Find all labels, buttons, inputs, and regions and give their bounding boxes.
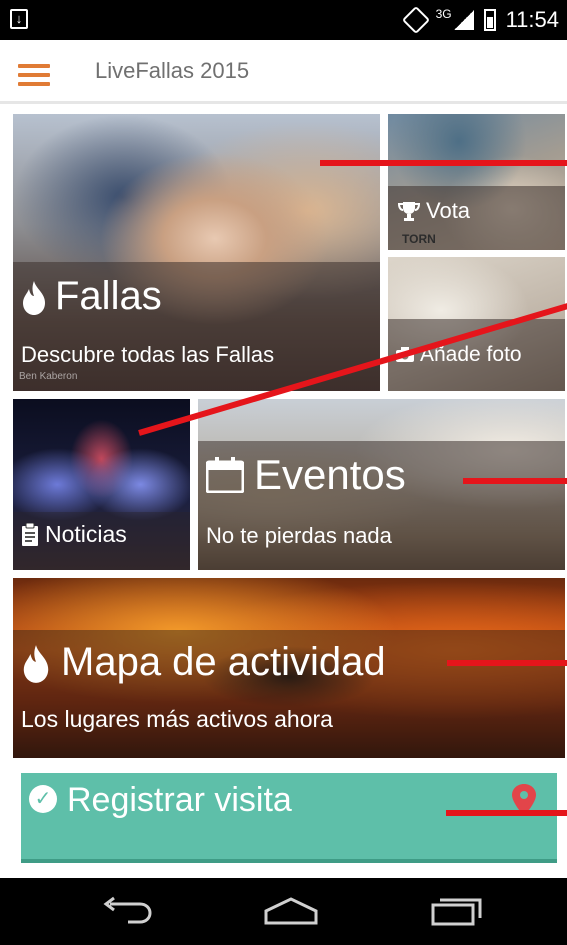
signal-icon xyxy=(453,10,474,30)
status-bar: ↓ 3G 11:54 xyxy=(0,0,567,40)
recents-icon[interactable] xyxy=(400,878,500,945)
annotation-line xyxy=(447,660,567,666)
tile-vota[interactable]: TORN Vota xyxy=(388,114,565,250)
clock: 11:54 xyxy=(505,7,559,32)
eventos-title: Eventos xyxy=(254,451,406,498)
vota-photo-text: TORN xyxy=(402,232,436,246)
annotation-line xyxy=(320,160,567,166)
noticias-title: Noticias xyxy=(45,521,127,547)
tile-fallas[interactable]: Fallas Descubre todas las Fallas Ben Kab… xyxy=(13,114,380,391)
mapa-subtitle: Los lugares más activos ahora xyxy=(21,706,333,732)
vota-title: Vota xyxy=(426,198,471,223)
hamburger-icon[interactable] xyxy=(18,64,50,86)
tile-eventos[interactable]: Eventos No te pierdas nada xyxy=(198,399,565,570)
flame-icon xyxy=(23,645,49,683)
system-navigation-bar xyxy=(0,878,567,945)
clipboard-icon xyxy=(22,523,38,546)
fallas-subtitle: Descubre todas las Fallas xyxy=(21,342,275,367)
mapa-title: Mapa de actividad xyxy=(61,640,386,684)
app-bar: LiveFallas 2015 xyxy=(0,40,567,104)
annotation-line xyxy=(463,478,567,484)
home-icon[interactable] xyxy=(232,878,332,945)
flame-icon xyxy=(23,281,45,315)
trophy-icon xyxy=(398,202,420,221)
register-visit-label: Registrar visita xyxy=(67,781,292,819)
check-circle-icon: ✓ xyxy=(29,785,57,813)
download-icon: ↓ xyxy=(10,9,28,29)
register-visit-button[interactable]: ✓ Registrar visita xyxy=(21,773,557,863)
rotation-lock-icon xyxy=(401,5,430,35)
tile-anade-foto[interactable]: Añade foto xyxy=(388,257,565,391)
fallas-title: Fallas xyxy=(55,274,162,318)
tile-mapa-actividad[interactable]: Mapa de actividad Los lugares más activo… xyxy=(13,578,565,758)
network-type-label: 3G xyxy=(435,7,452,21)
eventos-subtitle: No te pierdas nada xyxy=(206,523,392,548)
app-title: LiveFallas 2015 xyxy=(95,58,250,83)
photo-credit: Ben Kaberon xyxy=(19,371,78,382)
annotation-line xyxy=(446,810,567,816)
calendar-icon xyxy=(206,457,244,493)
battery-icon xyxy=(483,9,496,31)
back-icon[interactable] xyxy=(70,878,170,945)
